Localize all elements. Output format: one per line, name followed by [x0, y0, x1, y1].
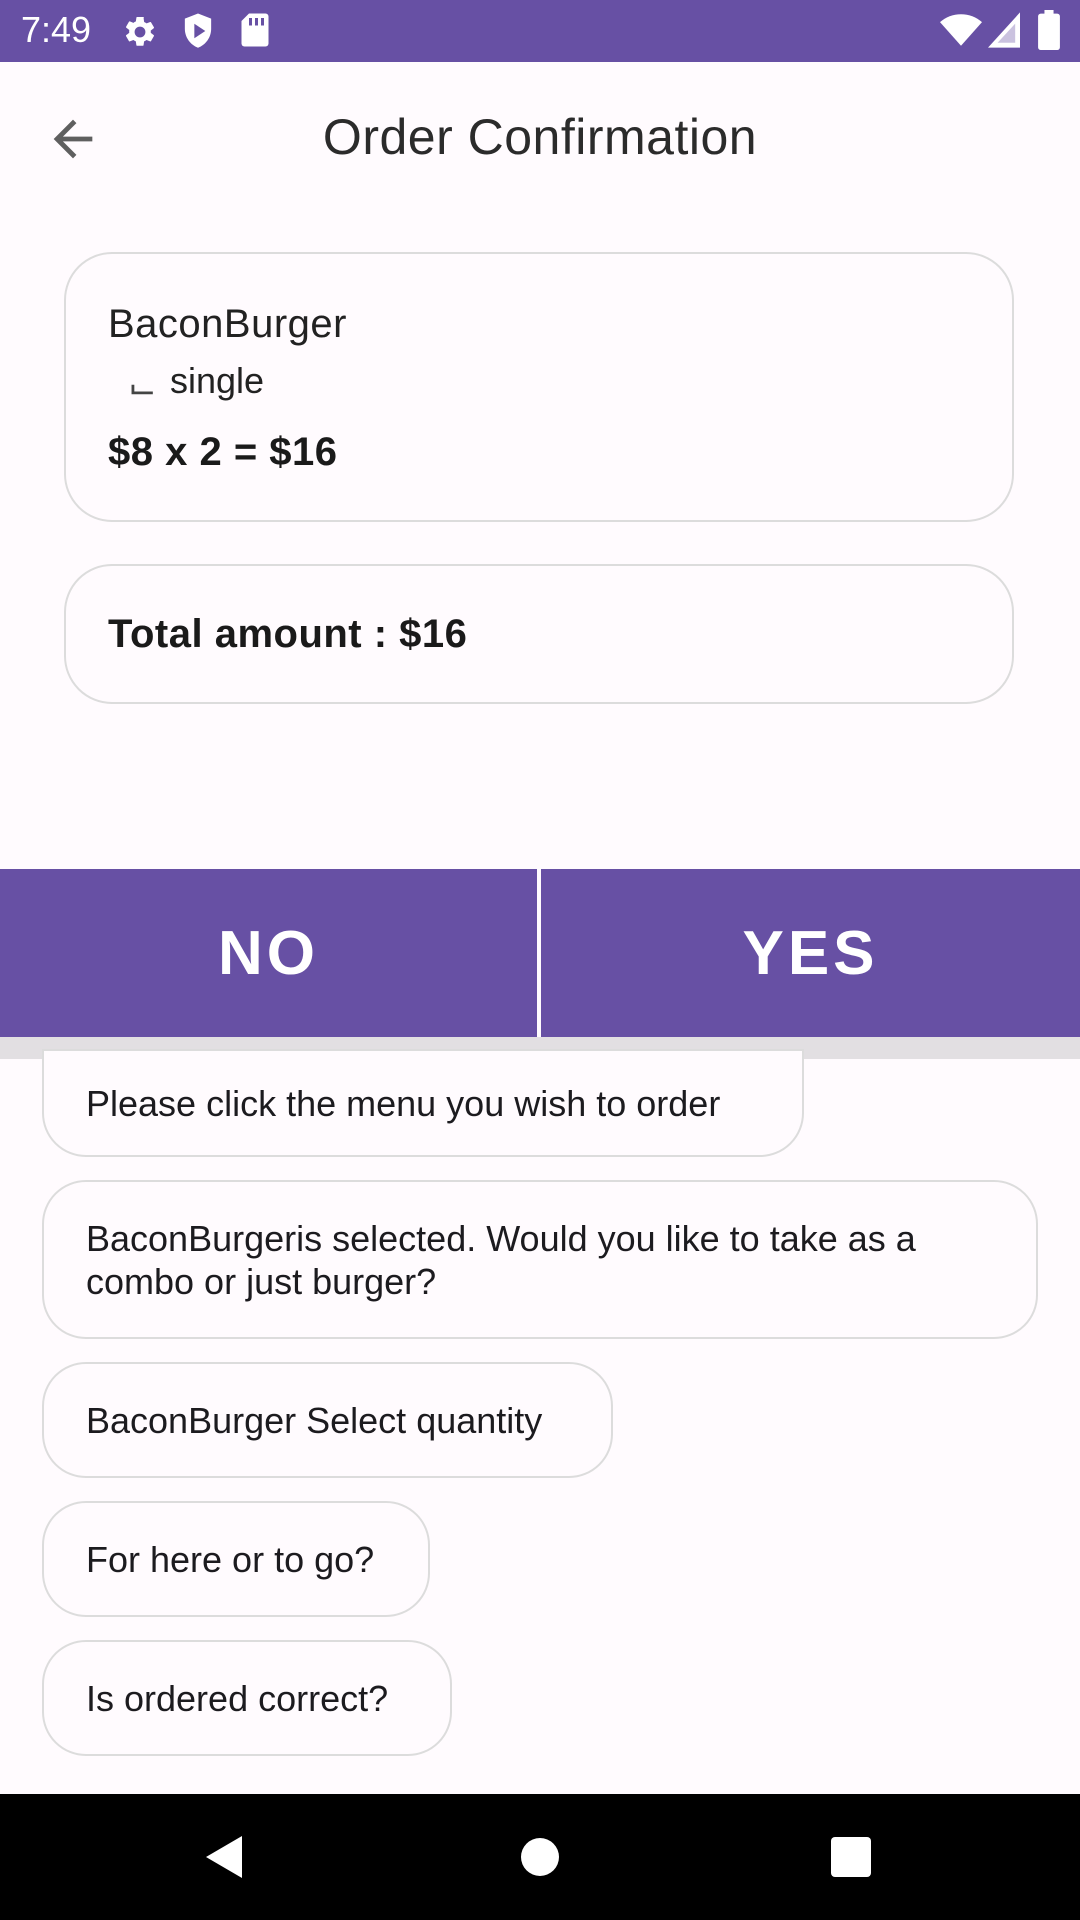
total-amount: Total amount : $16	[108, 612, 468, 656]
top-app-bar: Order Confirmation	[0, 62, 1080, 212]
chat-message: Is ordered correct?	[42, 1640, 452, 1756]
chat-message: BaconBurger Select quantity	[42, 1362, 613, 1478]
chat-message: BaconBurgeris selected. Would you like t…	[42, 1180, 1038, 1339]
chat-message: Please click the menu you wish to order	[42, 1049, 804, 1157]
order-item-card: BaconBurger ⌙ single $8 x 2 = $16	[64, 252, 1014, 522]
play-protect-shield-icon	[184, 13, 212, 48]
home-circle-icon[interactable]	[520, 1837, 560, 1877]
status-time: 7:49	[21, 9, 92, 50]
back-triangle-icon[interactable]	[204, 1834, 244, 1880]
page-title: Order Confirmation	[322, 109, 758, 165]
system-nav-bar	[0, 1794, 1080, 1920]
status-bar: 7:49	[0, 0, 1080, 62]
recents-square-icon[interactable]	[831, 1837, 871, 1877]
sd-card-icon	[241, 13, 269, 47]
no-button[interactable]: NO	[0, 869, 537, 1037]
battery-icon	[1038, 10, 1060, 50]
chat-message: For here or to go?	[42, 1501, 430, 1617]
total-amount-card: Total amount : $16	[64, 564, 1014, 704]
item-price-line: $8 x 2 = $16	[108, 430, 338, 474]
item-option: single	[170, 360, 265, 401]
cell-signal-icon	[988, 12, 1020, 48]
settings-gear-icon	[125, 16, 155, 46]
wifi-icon	[940, 14, 982, 46]
yes-button[interactable]: YES	[541, 869, 1080, 1037]
item-name: BaconBurger	[108, 302, 347, 346]
sub-item-corner-icon: ⌙	[128, 369, 157, 407]
